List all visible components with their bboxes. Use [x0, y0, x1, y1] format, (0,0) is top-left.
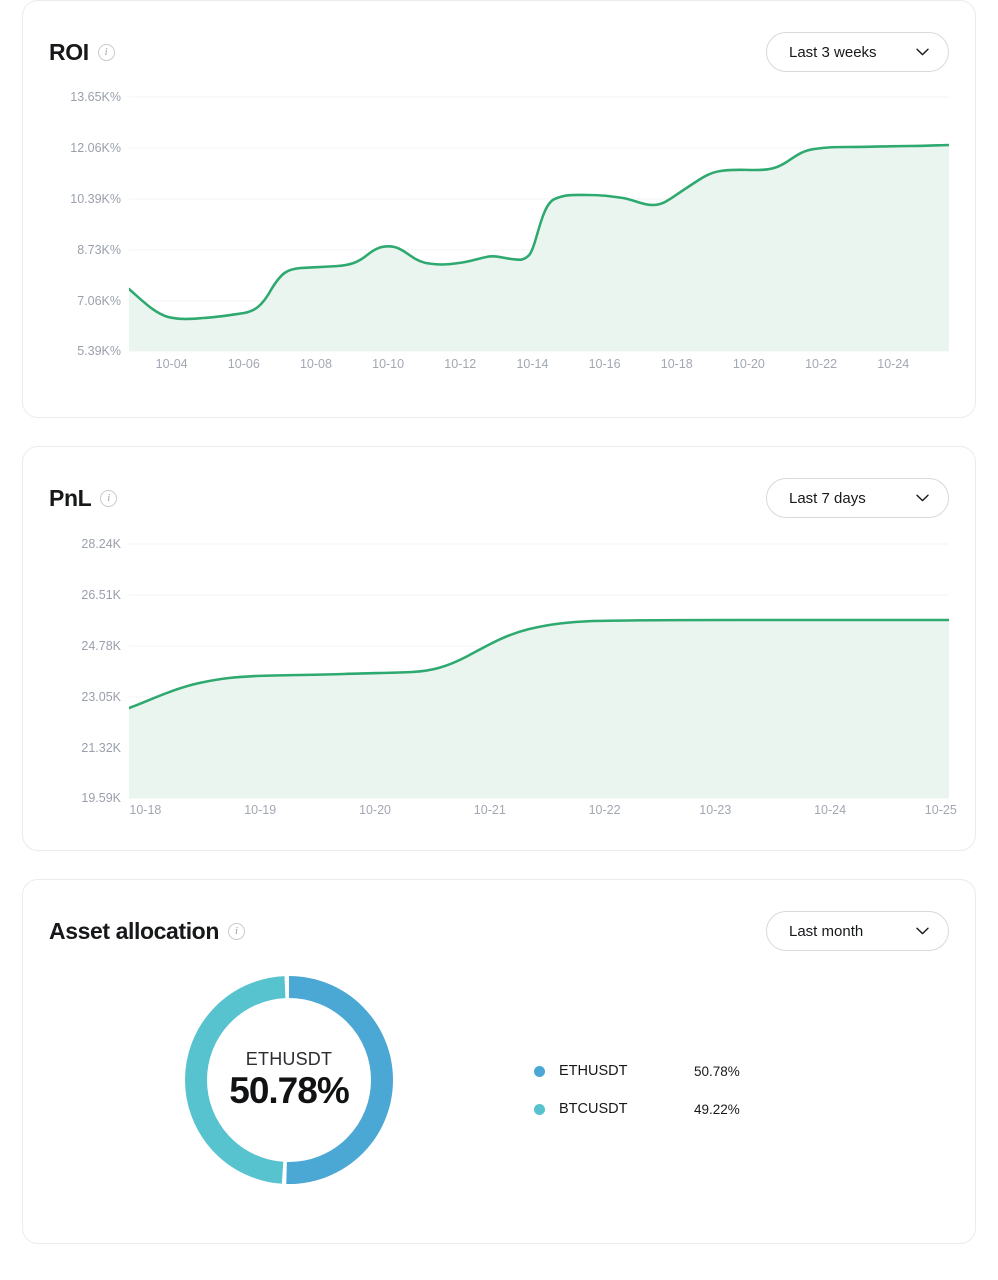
- asset-allocation-body: ETHUSDT 50.78% ETHUSDT 50.78% BTCUSDT 49…: [49, 966, 949, 1246]
- roi-y-tick: 10.39K%: [70, 192, 121, 206]
- legend-label-ethusdt: ETHUSDT: [559, 1063, 628, 1079]
- roi-period-label: Last 3 weeks: [789, 43, 877, 61]
- pnl-plot: [129, 531, 949, 799]
- roi-x-tick: 10-08: [299, 357, 332, 371]
- pnl-y-tick: 28.24K: [81, 537, 121, 551]
- roi-x-tick: 10-22: [805, 357, 838, 371]
- info-icon[interactable]: i: [100, 489, 118, 507]
- pnl-y-tick: 24.78K: [81, 639, 121, 653]
- pnl-chart: 28.24K 26.51K 24.78K 23.05K 21.32K 19.59…: [49, 531, 956, 843]
- roi-y-axis: 13.65K% 12.06K% 10.39K% 8.73K% 7.06K% 5.…: [49, 85, 121, 358]
- pnl-card-header: PnL i Last 7 days: [49, 477, 949, 519]
- allocation-period-label: Last month: [789, 922, 864, 940]
- asset-allocation-title-group: Asset allocation i: [49, 918, 245, 945]
- pnl-plot-svg: [129, 543, 949, 799]
- legend-item-btcusdt[interactable]: BTCUSDT 49.22%: [534, 1090, 740, 1128]
- roi-x-tick: 10-20: [732, 357, 765, 371]
- pnl-area-fill: [129, 620, 949, 798]
- roi-plot: [129, 85, 949, 353]
- pnl-y-tick: 26.51K: [81, 588, 121, 602]
- chevron-down-icon: [916, 927, 929, 935]
- roi-x-axis: 10-04 10-06 10-08 10-10 10-12 10-14 10-1…: [129, 357, 949, 377]
- asset-allocation-header: Asset allocation i Last month: [49, 910, 949, 952]
- legend-item-ethusdt[interactable]: ETHUSDT 50.78%: [534, 1052, 740, 1090]
- roi-y-tick: 7.06K%: [77, 294, 121, 308]
- pnl-x-tick: 10-24: [814, 803, 847, 817]
- legend-value-ethusdt: 50.78%: [694, 1063, 740, 1079]
- pnl-title: PnL: [49, 484, 92, 511]
- roi-y-tick: 13.65K%: [70, 90, 121, 104]
- legend-dot-btcusdt: [534, 1103, 545, 1115]
- pnl-x-tick: 10-20: [359, 803, 391, 817]
- roi-x-tick: 10-14: [516, 357, 549, 371]
- chevron-down-icon: [916, 48, 929, 56]
- roi-y-tick: 5.39K%: [77, 344, 121, 358]
- roi-plot-svg: [129, 96, 949, 352]
- legend-label-btcusdt: BTCUSDT: [559, 1101, 628, 1117]
- roi-y-tick: 12.06K%: [70, 141, 121, 155]
- roi-card: ROI i Last 3 weeks 13.65K% 12.06K% 10.39…: [22, 0, 976, 418]
- pnl-x-tick: 10-21: [473, 803, 506, 817]
- pnl-x-tick: 10-22: [588, 803, 621, 817]
- pnl-x-tick: 10-18: [129, 803, 162, 817]
- pnl-period-selector[interactable]: Last 7 days: [766, 478, 949, 518]
- pnl-x-axis: 10-18 10-19 10-20 10-21 10-22 10-23 10-2…: [129, 803, 956, 823]
- donut-chart: ETHUSDT 50.78%: [179, 970, 399, 1190]
- pnl-y-tick: 23.05K: [81, 690, 121, 704]
- pnl-y-tick: 19.59K: [81, 791, 121, 805]
- roi-x-tick: 10-18: [660, 357, 693, 371]
- pnl-period-label: Last 7 days: [789, 489, 866, 507]
- roi-card-header: ROI i Last 3 weeks: [49, 31, 949, 73]
- pnl-y-tick: 21.32K: [81, 741, 121, 755]
- legend-dot-ethusdt: [534, 1065, 545, 1077]
- roi-y-tick: 8.73K%: [77, 243, 121, 257]
- roi-title-group: ROI i: [49, 39, 115, 66]
- roi-x-tick: 10-12: [444, 357, 477, 371]
- roi-x-tick: 10-04: [155, 357, 188, 371]
- allocation-legend: ETHUSDT 50.78% BTCUSDT 49.22%: [534, 1052, 740, 1128]
- pnl-x-tick: 10-25: [924, 803, 957, 817]
- roi-area-fill: [129, 145, 949, 351]
- allocation-period-selector[interactable]: Last month: [766, 911, 949, 951]
- pnl-y-axis: 28.24K 26.51K 24.78K 23.05K 21.32K 19.59…: [49, 531, 121, 805]
- info-icon[interactable]: i: [228, 922, 245, 940]
- roi-x-tick: 10-06: [227, 357, 260, 371]
- chevron-down-icon: [916, 494, 929, 502]
- pnl-title-group: PnL i: [49, 484, 118, 512]
- legend-value-btcusdt: 49.22%: [694, 1101, 740, 1117]
- page-title: ROI: [49, 38, 89, 65]
- asset-allocation-title: Asset allocation: [49, 917, 219, 944]
- roi-period-selector[interactable]: Last 3 weeks: [766, 32, 949, 72]
- roi-x-tick: 10-10: [372, 357, 405, 371]
- pnl-x-tick: 10-19: [244, 803, 277, 817]
- info-icon[interactable]: i: [97, 43, 115, 61]
- roi-x-tick: 10-16: [588, 357, 621, 371]
- pnl-x-tick: 10-23: [699, 803, 732, 817]
- donut-chart-svg: [185, 976, 393, 1184]
- pnl-card: PnL i Last 7 days 28.24K 26.51K 24.78K 2…: [22, 446, 976, 851]
- asset-allocation-card: Asset allocation i Last month ETHUSDT 50…: [22, 879, 976, 1244]
- roi-x-tick: 10-24: [877, 357, 910, 371]
- roi-chart: 13.65K% 12.06K% 10.39K% 8.73K% 7.06K% 5.…: [49, 85, 949, 385]
